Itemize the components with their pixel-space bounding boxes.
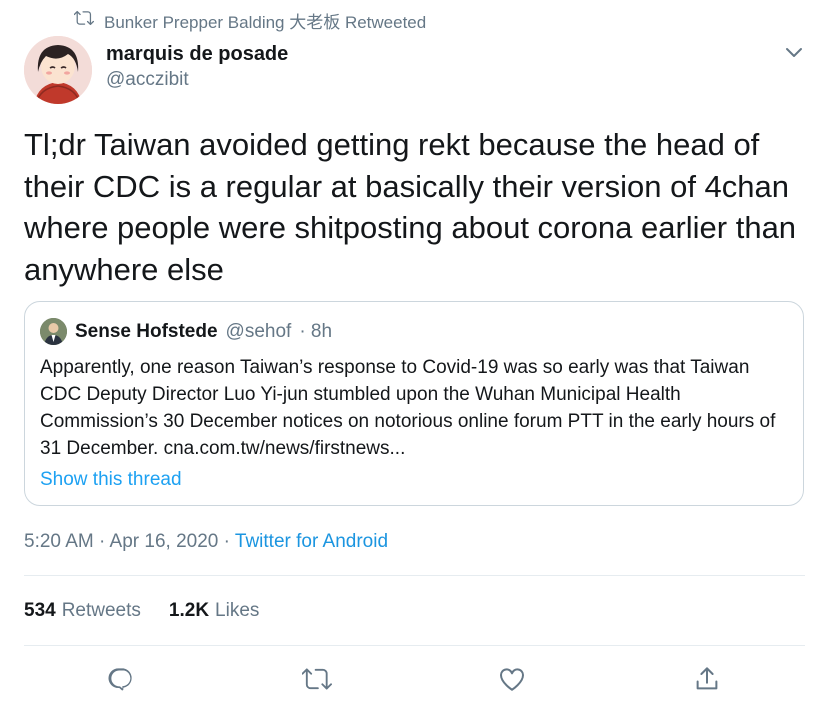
- retweet-icon[interactable]: [301, 664, 332, 694]
- quoted-author-name: Sense Hofstede: [75, 320, 218, 342]
- retweets-count: 534: [24, 600, 56, 621]
- chevron-down-icon[interactable]: [782, 40, 806, 64]
- quoted-author-handle: @sehof: [225, 320, 292, 342]
- author-name[interactable]: marquis de posade: [106, 41, 288, 67]
- author-handle[interactable]: @acczibit: [106, 67, 288, 93]
- retweet-banner-text: Bunker Prepper Balding 大老板 Retweeted: [104, 12, 427, 32]
- retweet-banner[interactable]: Bunker Prepper Balding 大老板 Retweeted: [73, 8, 427, 33]
- retweet-icon: [73, 8, 94, 33]
- quoted-time: · 8h: [299, 320, 333, 342]
- source-link[interactable]: Twitter for Android: [235, 531, 388, 552]
- engagement-stats: 534 Retweets 1.2K Likes: [24, 600, 259, 622]
- divider: [24, 575, 805, 576]
- reply-icon[interactable]: [106, 664, 136, 694]
- quoted-tweet[interactable]: Sense Hofstede @sehof · 8h Apparently, o…: [24, 301, 804, 506]
- avatar[interactable]: [24, 36, 92, 104]
- tweet-meta: 5:20 AM · Apr 16, 2020 · Twitter for And…: [24, 531, 388, 553]
- like-icon[interactable]: [497, 664, 527, 694]
- likes-count: 1.2K: [168, 600, 210, 621]
- tweet-text: Tl;dr Taiwan avoided getting rekt becaus…: [24, 127, 797, 287]
- quoted-avatar: [40, 318, 67, 345]
- quoted-tweet-header: Sense Hofstede @sehof · 8h: [40, 318, 332, 345]
- show-thread-link[interactable]: Show this thread: [40, 469, 182, 491]
- author-block[interactable]: marquis de posade @acczibit: [106, 41, 288, 93]
- action-bar: [0, 664, 829, 696]
- retweets-label: Retweets: [61, 600, 141, 621]
- timestamp[interactable]: 5:20 AM · Apr 16, 2020 ·: [24, 531, 235, 552]
- divider: [24, 645, 805, 646]
- likes-label: Likes: [215, 600, 260, 621]
- likes-stat[interactable]: 1.2K Likes: [169, 600, 260, 622]
- retweets-stat[interactable]: 534 Retweets: [24, 600, 141, 622]
- share-icon[interactable]: [692, 664, 722, 694]
- quoted-tweet-text: Apparently, one reason Taiwan’s response…: [40, 357, 776, 459]
